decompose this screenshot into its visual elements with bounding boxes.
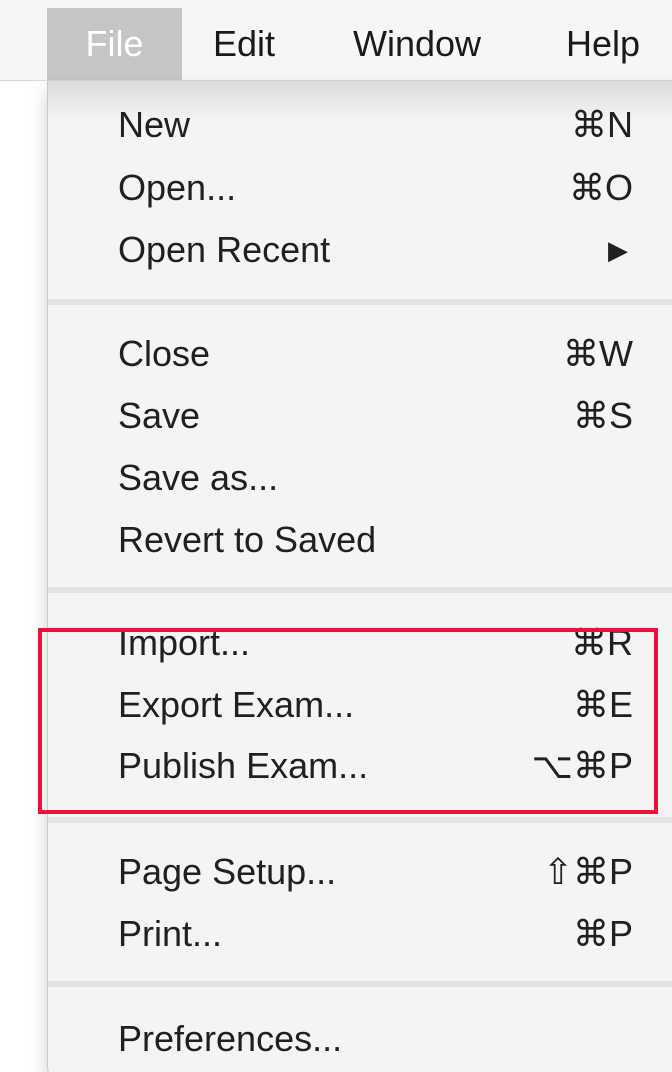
menu-item-import[interactable]: Import... ⌘R — [48, 613, 672, 673]
menu-item-revert-to-saved[interactable]: Revert to Saved — [48, 510, 672, 570]
menu-item-export-exam[interactable]: Export Exam... ⌘E — [48, 675, 672, 735]
shortcut-label: ⌥⌘P — [531, 745, 634, 786]
menu-item-label: Revert to Saved — [118, 519, 377, 560]
menu-item-label: Publish Exam... — [118, 745, 369, 786]
menu-separator — [48, 817, 672, 823]
menu-item-label: Export Exam... — [118, 684, 355, 725]
menu-item-label: Save as... — [118, 457, 279, 498]
shortcut-label: ⌘R — [571, 622, 633, 663]
shortcut-label: ⌘W — [563, 333, 633, 374]
menu-item-close[interactable]: Close ⌘W — [48, 324, 672, 384]
menu-bar: File Edit Window Help — [0, 0, 672, 81]
menu-item-open[interactable]: Open... ⌘O — [48, 158, 672, 218]
menu-item-label: Page Setup... — [118, 851, 337, 892]
shortcut-label: ⇧⌘P — [542, 851, 633, 892]
screenshot-stage: File Edit Window Help New ⌘N Open... ⌘O … — [0, 0, 672, 1072]
menu-item-page-setup[interactable]: Page Setup... ⇧⌘P — [48, 842, 672, 902]
shortcut-label: ⌘E — [572, 684, 633, 725]
shortcut-label: ⌘O — [568, 167, 633, 208]
menu-item-label: Open... — [118, 167, 237, 208]
menu-item-label: Open Recent — [118, 229, 331, 270]
menu-item-new[interactable]: New ⌘N — [48, 95, 672, 155]
menu-separator — [48, 587, 672, 593]
menu-separator — [48, 981, 672, 987]
menu-separator — [48, 299, 672, 305]
file-dropdown-menu: New ⌘N Open... ⌘O Open Recent ▶ Close ⌘W… — [47, 81, 672, 1072]
shortcut-label: ⌘S — [572, 395, 633, 436]
menubar-edit[interactable]: Edit — [213, 8, 275, 80]
menu-item-print[interactable]: Print... ⌘P — [48, 904, 672, 964]
menu-item-label: Import... — [118, 622, 251, 663]
shortcut-label: ⌘P — [572, 913, 633, 954]
menubar-help[interactable]: Help — [566, 8, 640, 80]
menu-item-preferences[interactable]: Preferences... — [48, 1009, 672, 1069]
menubar-window[interactable]: Window — [353, 8, 481, 80]
shortcut-label: ⌘N — [571, 104, 633, 145]
menubar-file[interactable]: File — [47, 8, 182, 80]
menu-item-label: New — [118, 104, 191, 145]
menu-item-open-recent[interactable]: Open Recent ▶ — [48, 220, 672, 280]
menu-item-save[interactable]: Save ⌘S — [48, 386, 672, 446]
submenu-arrow-icon: ▶ — [608, 235, 628, 265]
menu-item-publish-exam[interactable]: Publish Exam... ⌥⌘P — [48, 736, 672, 796]
menu-item-label: Print... — [118, 913, 223, 954]
menu-item-save-as[interactable]: Save as... — [48, 448, 672, 508]
menu-item-label: Save — [118, 395, 201, 436]
menu-item-label: Preferences... — [118, 1018, 343, 1059]
menu-item-label: Close — [118, 333, 211, 374]
